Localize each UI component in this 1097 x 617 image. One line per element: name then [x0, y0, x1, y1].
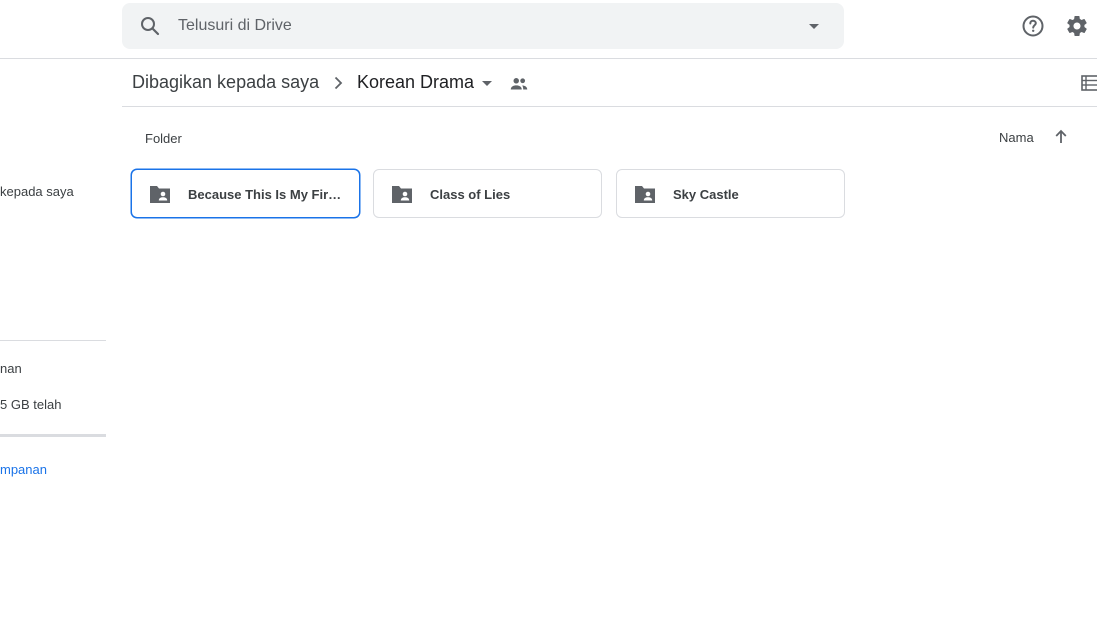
folder-card[interactable]: Because This Is My First Life	[131, 169, 360, 218]
chevron-down-icon[interactable]	[475, 71, 499, 95]
gear-icon[interactable]	[1065, 14, 1089, 38]
buy-storage-link[interactable]: mpanan	[0, 462, 47, 477]
storage-usage-bar	[0, 434, 106, 437]
search-input[interactable]	[178, 3, 778, 49]
folder-card[interactable]: Class of Lies	[373, 169, 602, 218]
shared-folder-icon	[392, 186, 412, 203]
shared-folder-icon	[150, 186, 170, 203]
search-options-dropdown-icon[interactable]	[802, 14, 826, 38]
top-bar	[0, 0, 1097, 59]
help-icon[interactable]	[1021, 14, 1045, 38]
folder-card[interactable]: Sky Castle	[616, 169, 845, 218]
storage-usage-text: 5 GB telah	[0, 397, 62, 412]
shared-folder-icon	[635, 186, 655, 203]
arrow-up-icon[interactable]	[1051, 127, 1071, 147]
storage-heading: nan	[0, 361, 22, 376]
chevron-right-icon	[334, 76, 343, 90]
sidebar-item-shared-with-me[interactable]: kepada saya	[0, 184, 74, 199]
sidebar-divider	[0, 340, 106, 341]
section-label-folders: Folder	[145, 131, 182, 146]
sidebar-item-label: kepada saya	[0, 184, 74, 199]
search-icon[interactable]	[138, 14, 162, 38]
folder-name: Sky Castle	[673, 187, 739, 202]
breadcrumb: Dibagikan kepada saya Korean Drama	[122, 59, 1097, 107]
breadcrumb-current-folder[interactable]: Korean Drama	[357, 72, 474, 93]
folder-name: Because This Is My First Life	[188, 187, 348, 202]
sort-by-name-button[interactable]: Nama	[999, 130, 1034, 145]
people-icon[interactable]	[508, 73, 530, 95]
search-box[interactable]	[122, 3, 844, 49]
breadcrumb-shared-with-me[interactable]: Dibagikan kepada saya	[132, 72, 319, 93]
list-view-icon[interactable]	[1080, 73, 1097, 93]
folder-name: Class of Lies	[430, 187, 511, 202]
